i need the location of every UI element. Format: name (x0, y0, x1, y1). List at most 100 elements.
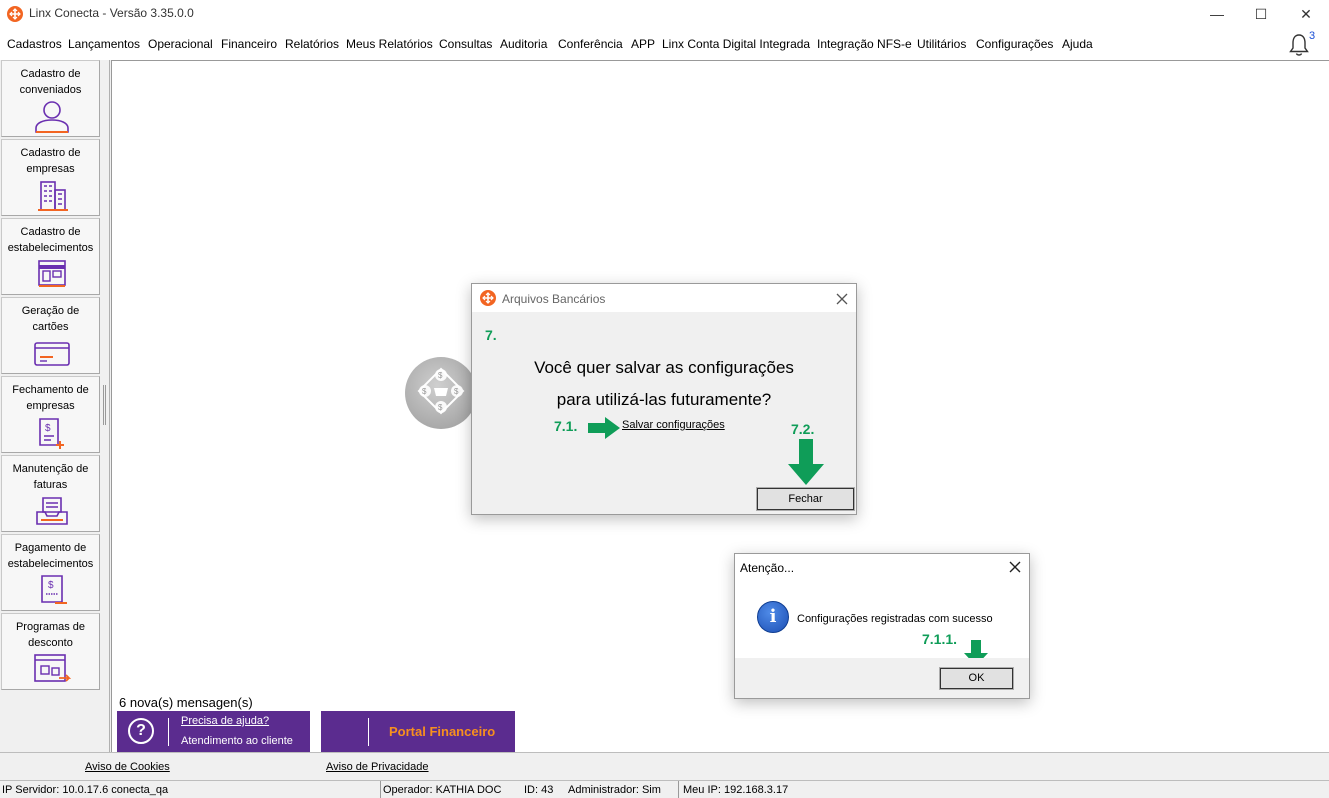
sidebar-item-label: Cadastro de conveniados (19, 68, 82, 96)
sidebar-item-label: Cadastro de estabelecimentos (7, 226, 94, 254)
dialog-button-area: OK (735, 658, 1029, 698)
sidebar-item-cadastro-conveniados[interactable]: Cadastro de conveniados (1, 60, 100, 137)
arrow-down-icon (788, 439, 824, 485)
sidebar-item-cadastro-estabelecimentos[interactable]: Cadastro de estabelecimentos (1, 218, 100, 295)
close-icon[interactable] (832, 289, 852, 309)
money-network-logo-icon: $ $ $ $ (405, 357, 477, 429)
info-icon: i (757, 601, 789, 633)
receipt-icon: $ (41, 575, 67, 604)
step-annotation: 7. (485, 327, 497, 343)
menu-configuracoes[interactable]: Configurações (976, 37, 1053, 51)
help-link[interactable]: Precisa de ajuda? (181, 715, 269, 727)
close-icon[interactable] (1005, 557, 1025, 577)
dialog-title-bar: Arquivos Bancários (472, 284, 856, 312)
sidebar-item-pagamento-estabelecimentos[interactable]: Pagamento de estabelecimentos $ (1, 534, 100, 611)
operator-id: ID: 43 (524, 784, 554, 796)
menu-operacional[interactable]: Operacional (148, 37, 213, 51)
customer-service-label: Atendimento ao cliente (181, 735, 293, 747)
question-line-1: Você quer salvar as configurações (534, 358, 794, 377)
help-banner[interactable]: ? Precisa de ajuda? Atendimento ao clien… (117, 711, 310, 752)
sidebar-item-programas-desconto[interactable]: Programas de desconto (1, 613, 100, 690)
menu-integracao-nfse[interactable]: Integração NFS-e (817, 37, 912, 51)
menu-app[interactable]: APP (631, 37, 655, 51)
portal-financeiro-label: Portal Financeiro (389, 724, 496, 739)
admin-flag: Administrador: Sim (568, 784, 661, 796)
svg-text:$: $ (438, 403, 443, 412)
sidebar-splitter-handle[interactable] (103, 385, 106, 425)
ok-button[interactable]: OK (939, 667, 1014, 690)
divider (678, 781, 679, 798)
arquivos-bancarios-dialog: Arquivos Bancários 7. Você quer salvar a… (471, 283, 857, 515)
menu-utilitarios[interactable]: Utilitários (917, 37, 966, 51)
minimize-button[interactable]: — (1194, 0, 1240, 28)
menu-relatorios[interactable]: Relatórios (285, 37, 339, 51)
person-icon (35, 101, 69, 133)
step-annotation: 7.2. (791, 421, 815, 437)
sidebar-item-manutencao-faturas[interactable]: Manutenção de faturas (1, 455, 100, 532)
menu-auditoria[interactable]: Auditoria (500, 37, 547, 51)
maximize-button[interactable]: ☐ (1238, 0, 1284, 28)
menu-meus-relatorios[interactable]: Meus Relatórios (346, 37, 433, 51)
operator: Operador: KATHIA DOC (383, 784, 502, 796)
step-annotation: 7.1. (554, 418, 578, 434)
title-bar: Linx Conecta - Versão 3.35.0.0 — ☐ ✕ (0, 0, 1329, 28)
app-logo-icon (7, 6, 23, 22)
bell-icon[interactable] (1288, 33, 1310, 57)
notification-count: 3 (1309, 30, 1316, 42)
dialog-message: Configurações registradas com sucesso (797, 613, 993, 625)
building-icon (38, 181, 68, 211)
menu-bar: Cadastros Lançamentos Operacional Financ… (0, 28, 1329, 60)
help-question-icon: ? (128, 718, 154, 744)
menu-consultas[interactable]: Consultas (439, 37, 492, 51)
sidebar-item-label: Programas de desconto (15, 621, 86, 649)
sidebar-item-label: Manutenção de faturas (12, 463, 89, 491)
menu-cadastros[interactable]: Cadastros (7, 37, 62, 51)
dialog-title: Atenção... (740, 561, 795, 575)
divider (168, 718, 169, 746)
dialog-title: Arquivos Bancários (502, 292, 606, 306)
dialog-question: Você quer salvar as configurações para u… (472, 352, 856, 416)
window-title: Linx Conecta - Versão 3.35.0.0 (29, 6, 194, 20)
status-bar: IP Servidor: 10.0.17.6 conecta_qa Operad… (0, 780, 1329, 798)
sidebar-item-label: Geração de cartões (21, 305, 80, 333)
menu-lancamentos[interactable]: Lançamentos (68, 37, 140, 51)
menu-financeiro[interactable]: Financeiro (221, 37, 277, 51)
sidebar-item-label: Cadastro de empresas (20, 147, 81, 175)
app-logo-icon (480, 290, 496, 306)
invoice-plus-icon: $ (39, 418, 64, 449)
svg-text:$: $ (45, 423, 51, 434)
footer-links: Aviso de Cookies Aviso de Privacidade (0, 752, 1329, 780)
cookies-link[interactable]: Aviso de Cookies (85, 761, 170, 773)
menu-linx-conta-digital[interactable]: Linx Conta Digital Integrada (662, 37, 810, 51)
svg-text:$: $ (422, 387, 427, 396)
question-line-2: para utilizá-las futuramente? (556, 390, 772, 409)
discount-program-icon (34, 654, 71, 682)
tray-icon (36, 497, 68, 525)
menu-ajuda[interactable]: Ajuda (1062, 37, 1093, 51)
atencao-dialog: Atenção... i Configurações registradas c… (734, 553, 1030, 699)
svg-text:$: $ (48, 580, 54, 591)
fechar-button[interactable]: Fechar (756, 487, 855, 511)
sidebar: Cadastro de conveniados Cadastro de empr… (0, 60, 110, 752)
sidebar-item-label: Fechamento de empresas (12, 384, 89, 412)
sidebar-item-geracao-cartoes[interactable]: Geração de cartões (1, 297, 100, 374)
step-annotation: 7.1.1. (922, 631, 958, 647)
portal-financeiro-button[interactable]: Portal Financeiro (321, 711, 515, 752)
dialog-title-bar: Atenção... (735, 554, 1029, 582)
sidebar-item-label: Pagamento de estabelecimentos (7, 542, 94, 570)
card-icon (34, 342, 70, 366)
sidebar-item-cadastro-empresas[interactable]: Cadastro de empresas (1, 139, 100, 216)
menu-conferencia[interactable]: Conferência (558, 37, 623, 51)
store-icon (38, 260, 66, 287)
salvar-configuracoes-link[interactable]: Salvar configurações (622, 419, 725, 431)
new-messages-count[interactable]: 6 nova(s) mensagen(s) (119, 695, 253, 710)
divider (368, 718, 369, 746)
svg-text:$: $ (438, 371, 443, 380)
svg-text:$: $ (454, 387, 459, 396)
server-ip: IP Servidor: 10.0.17.6 conecta_qa (2, 784, 169, 796)
dialog-body: 7. Você quer salvar as configurações par… (472, 312, 856, 514)
close-window-button[interactable]: ✕ (1283, 0, 1329, 28)
sidebar-item-fechamento-empresas[interactable]: Fechamento de empresas $ (1, 376, 100, 453)
my-ip: Meu IP: 192.168.3.17 (683, 784, 789, 796)
privacy-link[interactable]: Aviso de Privacidade (326, 761, 429, 773)
